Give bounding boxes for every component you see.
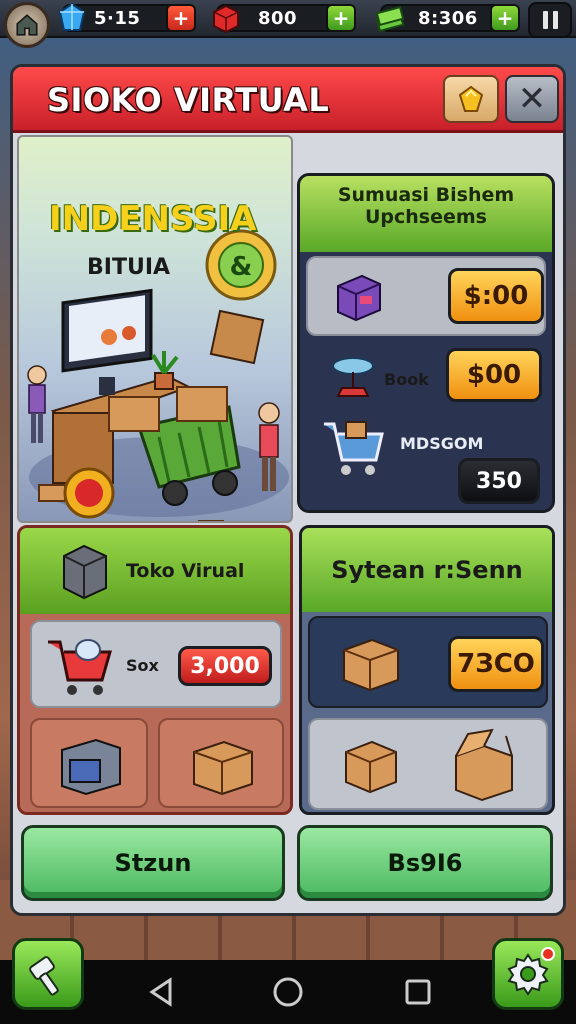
sytean-card: Sytean r:Senn 7ЗСО <box>299 525 555 815</box>
red-block-icon <box>213 4 239 34</box>
offers-header: Sumuasi Bishem Upchseems <box>300 176 552 252</box>
item-row[interactable]: 7ЗСО <box>308 616 548 708</box>
toko-virtual-card: Toko Virual Sox 3,000 <box>17 525 293 815</box>
add-gems-button[interactable]: + <box>166 4 196 32</box>
item-tile[interactable] <box>308 718 548 810</box>
home-circle-icon[interactable] <box>272 976 304 1008</box>
right-action-button[interactable]: Bs9I6 <box>297 825 553 901</box>
toko-virtual-header[interactable]: Toko Virual <box>20 528 290 614</box>
close-icon: ✕ <box>517 79 547 119</box>
item-row[interactable]: Sox 3,000 <box>30 620 282 708</box>
gem-shop-button[interactable] <box>443 75 499 123</box>
gems-counter: 5·15 + <box>58 2 196 32</box>
item-price-button[interactable]: 3,000 <box>178 646 272 686</box>
blue-gem-icon <box>58 2 86 31</box>
offer-price-button[interactable]: $00 <box>446 348 542 402</box>
offer-item-label: Book <box>384 370 429 389</box>
pause-icon <box>542 11 548 29</box>
offers-header-line1: Sumuasi Bishem <box>337 184 515 206</box>
offer-price-button[interactable]: $:00 <box>448 268 544 324</box>
title-bar: SIOKO VIRTUAL ✕ <box>13 67 563 133</box>
svg-text:&: & <box>230 252 253 282</box>
settings-button[interactable] <box>492 938 564 1010</box>
gold-gem-icon <box>458 85 484 112</box>
back-icon[interactable] <box>146 976 178 1008</box>
build-button[interactable] <box>12 938 84 1010</box>
cardboard-box-icon <box>343 638 399 692</box>
item-tile[interactable] <box>158 718 284 808</box>
add-cash-button[interactable]: + <box>490 4 520 32</box>
item-label: Sox <box>126 656 159 675</box>
offer-item-label: MDSGOM <box>400 434 484 453</box>
sytean-label: Sytean r:Senn <box>331 556 523 584</box>
cash-value: 8:306 <box>418 7 478 29</box>
hero-title: INDENSSIA <box>49 199 257 239</box>
house-icon <box>16 14 38 36</box>
scale-icon <box>332 357 374 397</box>
gems-value: 5·15 <box>94 7 141 29</box>
hammer-icon <box>29 956 59 996</box>
shopping-cart-icon <box>48 639 112 695</box>
left-action-button[interactable]: Stzun <box>21 825 285 901</box>
offers-card: Sumuasi Bishem Upchseems $:00 Book $00 M… <box>297 173 555 513</box>
item-price-button[interactable]: 7ЗСО <box>448 636 544 692</box>
store-panel: SIOKO VIRTUAL ✕ & INDENSSIA BITUIA Sumua… <box>10 64 566 916</box>
offers-header-line2: Upchseems <box>364 206 487 228</box>
cardboard-box-icon <box>193 740 253 796</box>
close-button[interactable]: ✕ <box>505 75 559 123</box>
blocks-value: 800 <box>258 7 298 29</box>
hero-subtitle: BITUIA <box>87 255 171 280</box>
cardboard-box-icon <box>345 740 397 794</box>
hero-banner[interactable]: & INDENSSIA BITUIA <box>17 135 293 523</box>
add-blocks-button[interactable]: + <box>326 4 356 32</box>
recents-icon[interactable] <box>402 976 434 1008</box>
sytean-header[interactable]: Sytean r:Senn <box>302 528 552 612</box>
notification-badge <box>541 947 555 961</box>
offer-price-button[interactable]: 350 <box>458 458 540 504</box>
offer-row[interactable]: $:00 <box>306 256 546 336</box>
pause-button[interactable] <box>528 2 572 38</box>
panel-title: SIOKO VIRTUAL <box>47 81 330 119</box>
purple-box-icon <box>337 274 381 322</box>
item-tile[interactable] <box>30 718 148 808</box>
safe-box-icon <box>61 738 121 796</box>
shopping-cart-icon <box>324 421 384 475</box>
cash-stack-icon <box>375 5 405 33</box>
blocks-counter: 800 + <box>213 4 356 34</box>
cube-box-icon <box>63 544 107 600</box>
store-illustration: & <box>27 229 289 521</box>
home-button[interactable] <box>4 2 50 48</box>
open-box-icon <box>455 728 513 802</box>
cash-counter: 8:306 + <box>375 4 520 33</box>
toko-virtual-label: Toko Virual <box>126 560 245 582</box>
